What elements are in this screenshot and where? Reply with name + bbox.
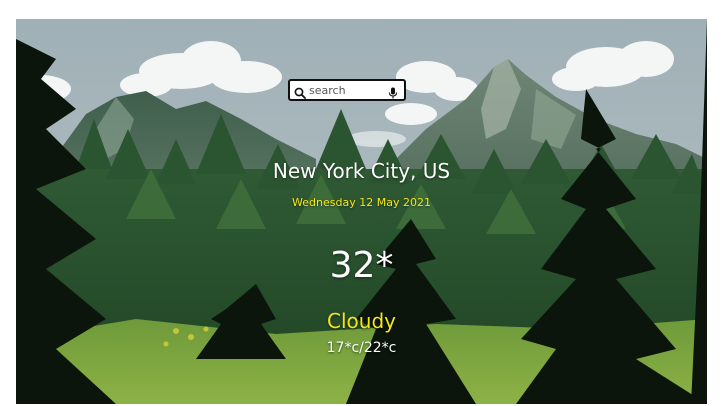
search-input[interactable] bbox=[309, 83, 387, 97]
weather-condition: Cloudy bbox=[327, 309, 396, 333]
weather-app: New York City, US Wednesday 12 May 2021 … bbox=[16, 19, 707, 404]
microphone-icon[interactable] bbox=[387, 84, 399, 99]
search-box[interactable] bbox=[288, 79, 406, 101]
current-date: Wednesday 12 May 2021 bbox=[292, 196, 431, 209]
current-temperature: 32* bbox=[329, 245, 394, 286]
magnifier-icon[interactable] bbox=[294, 84, 306, 99]
city-name: New York City, US bbox=[272, 159, 451, 183]
temperature-range: 17*c/22*c bbox=[326, 340, 397, 356]
